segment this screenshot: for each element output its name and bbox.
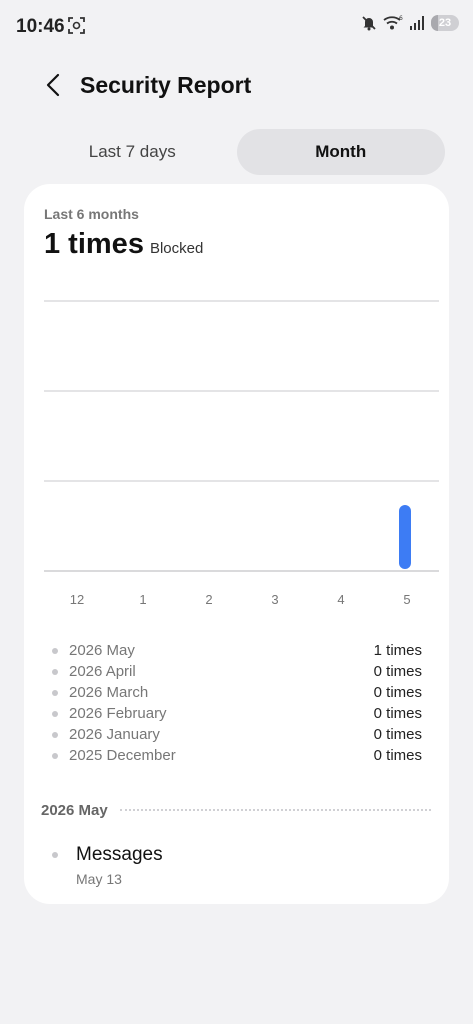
- summary-count: 0 times: [373, 705, 422, 722]
- summary-row: 2025 December 0 times: [52, 745, 422, 766]
- total-blocked-count: 1 times: [44, 228, 144, 260]
- summary-month: 2026 May: [69, 642, 135, 659]
- x-tick-label: 1: [139, 592, 146, 607]
- bullet-icon: [52, 668, 58, 675]
- x-tick-label: 5: [403, 592, 410, 607]
- blocked-entry[interactable]: Messages May 13: [52, 844, 163, 887]
- entry-date: May 13: [76, 871, 122, 887]
- chart-svg: 12 1 2 3 4 5: [44, 300, 439, 607]
- entry-title: Messages: [76, 844, 163, 865]
- x-tick-label: 4: [337, 592, 344, 607]
- period-tabs: Last 7 days Month: [28, 129, 445, 175]
- bullet-icon: [52, 647, 58, 654]
- section-label: 2026 May: [41, 801, 108, 819]
- tab-last-7-days[interactable]: Last 7 days: [28, 129, 237, 175]
- summary-count: 0 times: [373, 663, 422, 680]
- section-header: 2026 May: [41, 800, 431, 820]
- bullet-icon: [52, 731, 58, 738]
- summary-row: 2026 April 0 times: [52, 661, 422, 682]
- bullet-icon: [52, 852, 58, 858]
- signal-icon: [410, 16, 424, 30]
- report-card: Last 6 months 1 times Blocked 12 1 2 3 4 5 20…: [24, 184, 449, 904]
- summary-count: 0 times: [373, 684, 422, 701]
- chevron-left-icon: [46, 73, 60, 97]
- bullet-icon: [52, 710, 58, 717]
- summary-row: 2026 May 1 times: [52, 640, 422, 661]
- total-row: 1 times Blocked: [44, 228, 203, 261]
- summary-count: 1 times: [373, 642, 422, 659]
- bullet-icon: [52, 752, 58, 759]
- summary-month: 2026 April: [69, 663, 136, 680]
- tab-month[interactable]: Month: [236, 129, 445, 175]
- page-title: Security Report: [80, 72, 252, 98]
- chart-bar[interactable]: [399, 505, 411, 569]
- status-time: 10:46: [16, 16, 65, 37]
- summary-row: 2026 March 0 times: [52, 682, 422, 703]
- blocked-chart: 12 1 2 3 4 5: [44, 284, 439, 614]
- battery-icon: 23: [431, 15, 459, 31]
- battery-level: 23: [438, 17, 452, 29]
- bullet-icon: [52, 689, 58, 696]
- status-bar: 10:46 6 23: [0, 0, 473, 52]
- summary-month: 2026 February: [69, 705, 167, 722]
- screenshot-icon: [68, 17, 85, 34]
- summary-month: 2026 March: [69, 684, 149, 701]
- summary-row: 2026 February 0 times: [52, 703, 422, 724]
- summary-month: 2025 December: [69, 747, 176, 764]
- x-tick-label: 2: [205, 592, 212, 607]
- back-button[interactable]: [38, 70, 68, 100]
- svg-text:6: 6: [399, 15, 403, 22]
- summary-count: 0 times: [373, 747, 422, 764]
- period-label: Last 6 months: [44, 206, 139, 222]
- summary-month: 2026 January: [69, 726, 160, 743]
- x-tick-label: 3: [271, 592, 278, 607]
- summary-row: 2026 January 0 times: [52, 724, 422, 745]
- mute-icon: [362, 16, 376, 31]
- dotted-divider: [119, 809, 431, 811]
- wifi-icon: 6: [383, 15, 403, 30]
- monthly-summary: 2026 May 1 times 2026 April 0 times 2026…: [52, 640, 422, 766]
- total-blocked-label: Blocked: [149, 240, 204, 257]
- summary-count: 0 times: [373, 726, 422, 743]
- x-tick-label: 12: [70, 592, 84, 607]
